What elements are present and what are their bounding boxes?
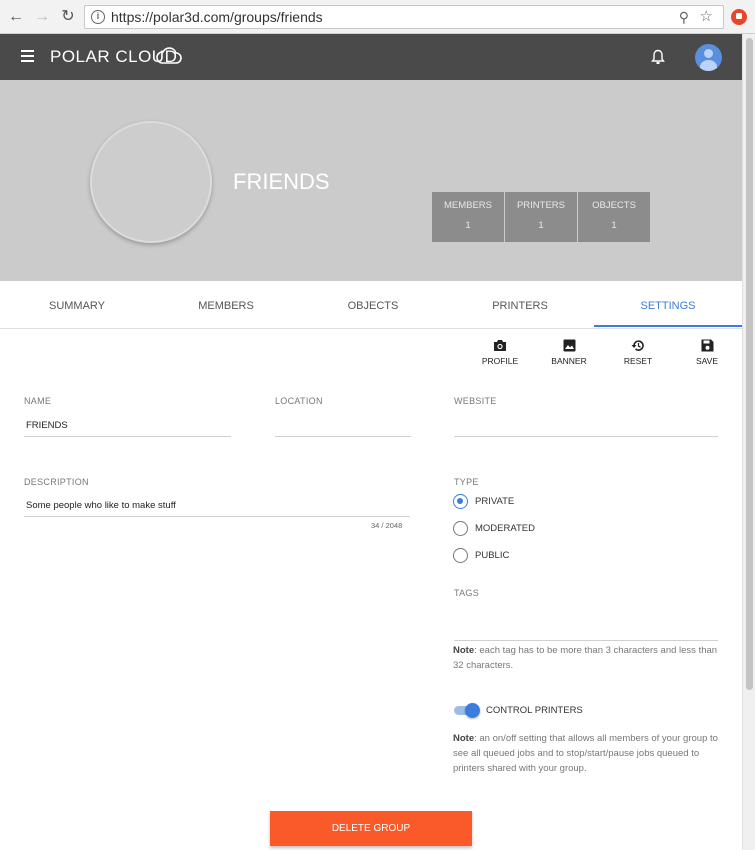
control-note-text: : an on/off setting that allows all memb…	[453, 733, 718, 774]
control-printers-label: CONTROL PRINTERS	[486, 705, 583, 716]
group-tabs: SUMMARY MEMBERS OBJECTS PRINTERS SETTING…	[0, 283, 742, 329]
profile-label: PROFILE	[481, 356, 519, 366]
address-bar[interactable]: i https://polar3d.com/groups/friends ⚲ ☆	[84, 5, 724, 29]
info-icon[interactable]: i	[91, 10, 105, 24]
notification-bell-icon[interactable]	[651, 49, 665, 65]
stat-value: 1	[611, 220, 617, 231]
stat-printers: PRINTERS 1	[505, 192, 577, 242]
back-arrow-icon[interactable]: ←	[6, 7, 26, 27]
image-icon	[563, 339, 575, 352]
stat-label: PRINTERS	[516, 200, 566, 211]
website-field[interactable]	[456, 420, 716, 434]
delete-group-button[interactable]: DELETE GROUP	[270, 811, 472, 846]
profile-button[interactable]: PROFILE	[475, 339, 525, 366]
cloud-logo-icon	[156, 47, 182, 64]
radio-label: MODERATED	[475, 523, 535, 534]
group-title: FRIENDS	[233, 169, 330, 194]
reset-label: RESET	[623, 356, 653, 366]
name-underline	[24, 436, 231, 437]
radio-label: PUBLIC	[475, 550, 510, 561]
control-printers-toggle[interactable]	[454, 703, 480, 718]
floppy-disk-icon	[701, 339, 713, 352]
stat-value: 1	[538, 220, 544, 231]
tab-summary[interactable]: SUMMARY	[3, 283, 151, 329]
description-counter: 34 / 2048	[371, 521, 403, 530]
banner-button[interactable]: BANNER	[544, 339, 594, 366]
radio-label: PRIVATE	[475, 496, 515, 507]
tags-note-bold: Note	[453, 645, 475, 656]
description-label: DESCRIPTION	[24, 477, 89, 487]
user-avatar[interactable]	[695, 44, 722, 71]
stat-label: OBJECTS	[592, 200, 636, 211]
name-label: NAME	[24, 396, 52, 406]
scrollbar-thumb[interactable]	[746, 38, 753, 690]
website-underline	[454, 436, 718, 437]
radio-button[interactable]	[453, 494, 468, 509]
bookmark-star-icon[interactable]: ☆	[700, 6, 713, 28]
tags-note: Note: each tag has to be more than 3 cha…	[453, 643, 723, 673]
group-banner: FRIENDS MEMBERS 1 PRINTERS 1 OBJECTS 1	[0, 80, 742, 281]
location-field[interactable]	[277, 420, 410, 434]
group-stats: MEMBERS 1 PRINTERS 1 OBJECTS 1	[432, 192, 651, 242]
app-header: POLAR CLOUD	[0, 34, 742, 80]
tab-objects[interactable]: OBJECTS	[299, 283, 447, 329]
radio-public[interactable]: PUBLIC	[453, 548, 613, 564]
reset-button[interactable]: RESET	[613, 339, 663, 366]
save-button[interactable]: SAVE	[682, 339, 732, 366]
description-underline	[24, 516, 410, 517]
radio-button[interactable]	[453, 521, 468, 536]
tab-members[interactable]: MEMBERS	[152, 283, 300, 329]
restore-icon	[631, 340, 644, 351]
active-tab-indicator	[594, 325, 742, 327]
radio-moderated[interactable]: MODERATED	[453, 521, 613, 537]
radio-private[interactable]: PRIVATE	[453, 494, 613, 510]
website-label: WEBSITE	[454, 396, 497, 406]
save-label: SAVE	[695, 356, 719, 366]
extension-icon[interactable]	[731, 9, 747, 25]
control-printers-note: Note: an on/off setting that allows all …	[453, 731, 723, 776]
radio-button[interactable]	[453, 548, 468, 563]
banner-label: BANNER	[551, 356, 587, 366]
group-avatar	[90, 121, 212, 243]
location-label: LOCATION	[275, 396, 323, 406]
tags-note-text: : each tag has to be more than 3 charact…	[453, 645, 718, 671]
tab-printers[interactable]: PRINTERS	[446, 283, 594, 329]
tags-underline	[454, 640, 718, 641]
location-underline	[275, 436, 411, 437]
tags-input[interactable]	[456, 620, 716, 636]
forward-arrow-icon[interactable]: →	[32, 7, 52, 27]
url-text: https://polar3d.com/groups/friends	[111, 9, 323, 25]
camera-icon	[494, 340, 506, 351]
menu-icon[interactable]	[21, 50, 34, 62]
stat-value: 1	[465, 220, 471, 231]
zoom-icon[interactable]: ⚲	[679, 6, 689, 28]
stat-label: MEMBERS	[443, 200, 493, 211]
browser-toolbar: ← → ↻ i https://polar3d.com/groups/frien…	[0, 0, 755, 34]
page-scrollbar[interactable]	[742, 34, 755, 850]
name-field[interactable]: FRIENDS	[26, 420, 68, 431]
tab-settings[interactable]: SETTINGS	[594, 283, 742, 329]
type-label: TYPE	[454, 477, 479, 487]
stat-members: MEMBERS 1	[432, 192, 504, 242]
description-field[interactable]: Some people who like to make stuff	[26, 500, 176, 511]
control-note-bold: Note	[453, 733, 475, 744]
tags-label: TAGS	[454, 588, 480, 598]
stat-objects: OBJECTS 1	[578, 192, 650, 242]
reload-icon[interactable]: ↻	[58, 7, 78, 27]
